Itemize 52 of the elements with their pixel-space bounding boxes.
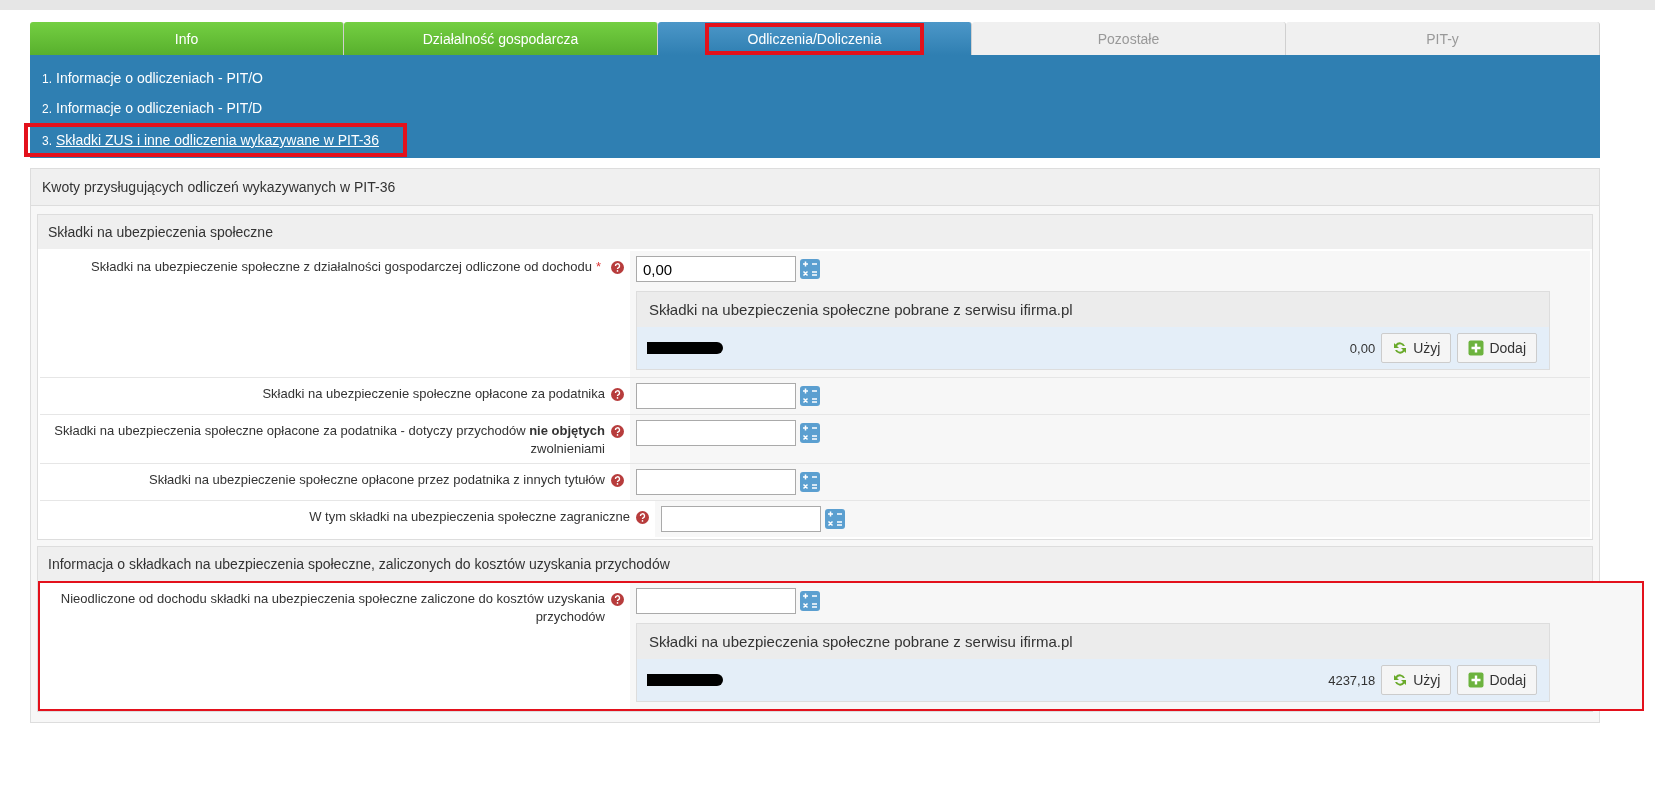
calculator-icon[interactable] bbox=[800, 423, 820, 443]
help-icon[interactable] bbox=[611, 474, 624, 487]
amount-field[interactable] bbox=[661, 506, 821, 532]
field-label: Składki na ubezpieczenia społeczne opłacone za podatnika - dotyczy przychodów nie objętych zwolnieniami bbox=[53, 422, 605, 458]
calculator-icon[interactable] bbox=[800, 259, 820, 279]
field-label: Składki na ubezpieczenie społeczne opłacone za podatnika bbox=[262, 385, 605, 403]
amount-value: 4237,18 bbox=[1328, 672, 1376, 688]
use-button[interactable]: Użyj bbox=[1381, 333, 1452, 363]
required-asterisk: * bbox=[595, 258, 601, 276]
submenu-link[interactable]: Składki ZUS i inne odliczenia wykazywane w PIT-36 bbox=[56, 132, 379, 148]
amount-value: 0,00 bbox=[1349, 340, 1376, 356]
tab[interactable]: Działalność gospodarcza bbox=[344, 22, 658, 55]
amount-field[interactable] bbox=[636, 383, 796, 409]
section-title: Informacja o składkach na ubezpieczenia społeczne, zaliczonych do kosztów uzyskania przychodów bbox=[38, 547, 1592, 581]
amount-field[interactable] bbox=[636, 420, 796, 446]
amount-field[interactable] bbox=[636, 469, 796, 495]
add-button[interactable]: Dodaj bbox=[1457, 665, 1537, 695]
help-icon[interactable] bbox=[611, 593, 624, 606]
add-button[interactable]: Dodaj bbox=[1457, 333, 1537, 363]
refresh-icon bbox=[1392, 340, 1409, 356]
calculator-icon[interactable] bbox=[825, 509, 845, 529]
help-icon[interactable] bbox=[636, 511, 649, 524]
import-title: Składki na ubezpieczenia społeczne pobrane z serwisu ifirma.pl bbox=[637, 292, 1549, 327]
field-label: Nieodliczone od dochodu składki na ubezpieczenia społeczne zaliczone do kosztów uzyskania przychodów bbox=[59, 590, 605, 626]
tab[interactable]: Odliczenia/Doliczenia bbox=[658, 22, 972, 55]
amount-field[interactable]: 0,00 bbox=[636, 256, 796, 282]
import-title: Składki na ubezpieczenia społeczne pobrane z serwisu ifirma.pl bbox=[637, 624, 1549, 659]
field-label: Składki na ubezpieczenie społeczne opłacone przez podatnika z innych tytułów bbox=[149, 471, 605, 489]
submenu-link[interactable]: Informacje o odliczeniach - PIT/D bbox=[56, 100, 263, 116]
plus-icon bbox=[1468, 340, 1485, 356]
calculator-icon[interactable] bbox=[800, 386, 820, 406]
item-number: 1. bbox=[42, 72, 52, 86]
plus-icon bbox=[1468, 672, 1485, 688]
refresh-icon bbox=[1392, 672, 1409, 688]
help-icon[interactable] bbox=[611, 261, 624, 274]
field-label: W tym składki na ubezpieczenia społeczne zagraniczne bbox=[309, 508, 630, 526]
item-number: 2. bbox=[42, 102, 52, 116]
item-number: 3. bbox=[42, 134, 52, 148]
amount-field[interactable] bbox=[636, 588, 796, 614]
help-icon[interactable] bbox=[611, 425, 624, 438]
tab[interactable]: PIT-y bbox=[1286, 22, 1600, 55]
highlight-frame: Odliczenia/Doliczenia bbox=[704, 22, 925, 55]
panel-title: Kwoty przysługujących odliczeń wykazywanych w PIT-36 bbox=[31, 169, 1599, 206]
submenu-link[interactable]: Informacje o odliczeniach - PIT/O bbox=[56, 70, 263, 86]
calculator-icon[interactable] bbox=[800, 472, 820, 492]
tab[interactable]: Info bbox=[30, 22, 344, 55]
calculator-icon[interactable] bbox=[800, 591, 820, 611]
field-label: Składki na ubezpieczenie społeczne z działalności gospodarczej odliczone od dochodu bbox=[91, 258, 592, 276]
tab[interactable]: Pozostałe bbox=[972, 22, 1286, 55]
section-title: Składki na ubezpieczenia społeczne bbox=[38, 215, 1592, 249]
help-icon[interactable] bbox=[611, 388, 624, 401]
use-button[interactable]: Użyj bbox=[1381, 665, 1452, 695]
